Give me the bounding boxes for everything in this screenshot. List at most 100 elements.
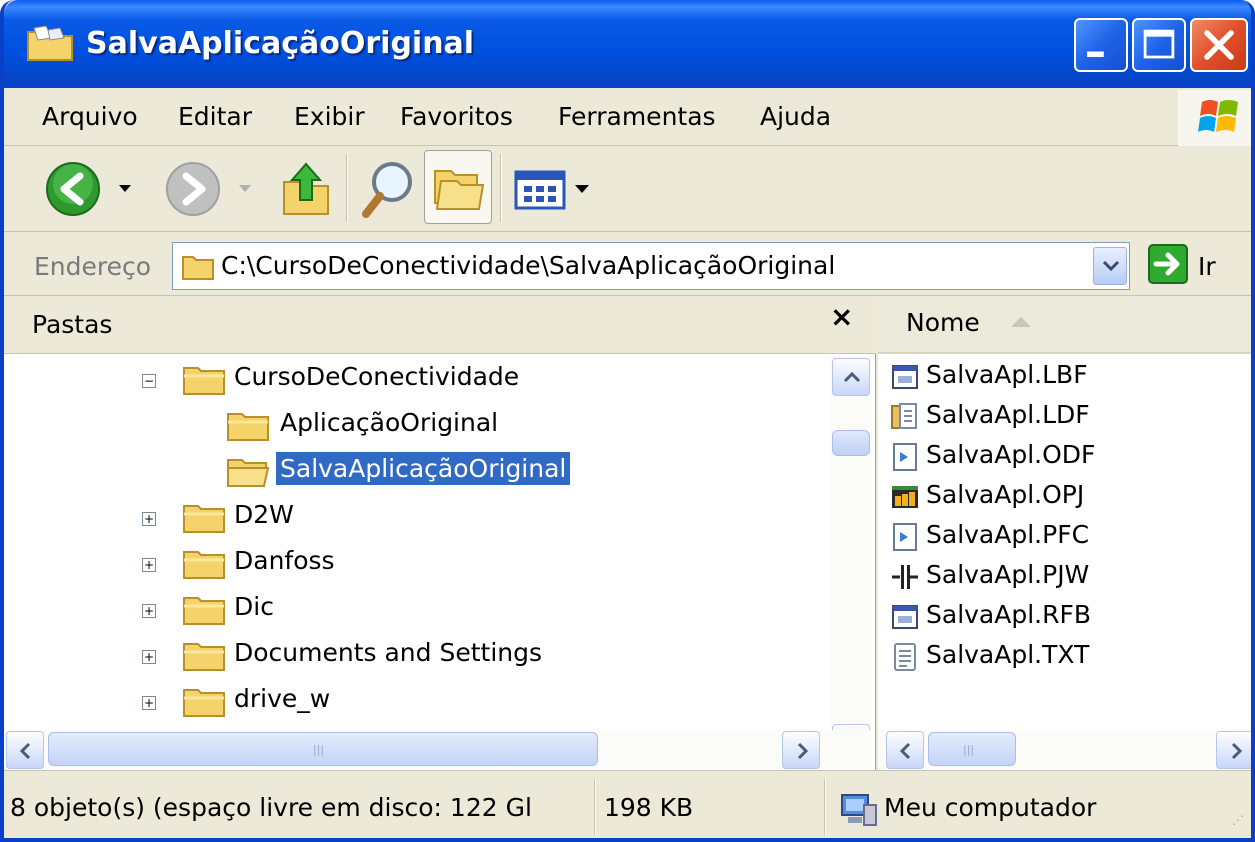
back-dropdown-icon[interactable]: [118, 184, 132, 194]
menu-bar: Arquivo Editar Exibir Favoritos Ferramen…: [4, 88, 1251, 146]
folders-pane-header: Pastas ×: [4, 296, 876, 354]
minimize-button[interactable]: [1074, 18, 1128, 72]
folder-icon: [227, 413, 269, 441]
views-icon[interactable]: [514, 170, 566, 210]
folder-open-icon: [227, 459, 270, 487]
menu-ajuda[interactable]: Ajuda: [760, 102, 831, 131]
go-button-label[interactable]: Ir: [1198, 252, 1216, 281]
opj-file-icon: [892, 486, 918, 508]
maximize-icon: [1143, 29, 1175, 59]
file-name: SalvaApl.PJW: [926, 560, 1090, 589]
scroll-up-button[interactable]: [832, 358, 870, 396]
folders-button[interactable]: [424, 150, 492, 224]
tree-expand-icon[interactable]: +: [142, 512, 156, 526]
tree-collapse-icon[interactable]: −: [142, 374, 156, 388]
tree-expand-icon[interactable]: +: [142, 558, 156, 572]
address-value: C:\CursoDeConectividade\SalvaAplicaçãoOr…: [221, 251, 836, 280]
folder-up-icon[interactable]: [280, 160, 334, 218]
scroll-thumb[interactable]: |||: [48, 732, 598, 766]
my-computer-icon: [841, 794, 877, 826]
pfc-file-icon: [893, 523, 917, 551]
folders-vertical-scrollbar[interactable]: [830, 356, 872, 766]
folders-icon: [434, 170, 485, 210]
grip-icon: |||: [313, 743, 325, 756]
folders-pane-close-button[interactable]: ×: [830, 300, 853, 333]
scroll-thumb[interactable]: [832, 430, 870, 456]
folder-icon: [183, 551, 225, 579]
status-bar: 8 objeto(s) (espaço livre em disco: 122 …: [4, 770, 1251, 838]
scroll-left-button[interactable]: [6, 731, 44, 769]
chevron-up-icon: [843, 371, 861, 383]
status-size: 198 KB: [604, 793, 694, 822]
folder-icon: [183, 643, 225, 671]
toolbar-separator: [346, 154, 348, 222]
scroll-thumb[interactable]: |||: [928, 732, 1016, 766]
tree-item-label: SalvaAplicaçãoOriginal: [276, 452, 571, 485]
tree-item[interactable]: + Dic: [4, 588, 824, 632]
menu-favoritos[interactable]: Favoritos: [400, 102, 513, 131]
folder-icon: [183, 505, 225, 533]
scroll-left-button[interactable]: [886, 731, 924, 769]
title-bar[interactable]: SalvaAplicaçãoOriginal: [4, 0, 1251, 88]
resize-grip-icon[interactable]: ⋰: [1232, 813, 1244, 827]
chevron-left-icon: [19, 742, 31, 760]
back-arrow-icon[interactable]: [44, 160, 102, 218]
menu-editar[interactable]: Editar: [178, 102, 252, 131]
folders-horizontal-scrollbar[interactable]: |||: [4, 730, 872, 770]
tree-item-label: Danfoss: [234, 546, 335, 575]
folder-icon: [183, 367, 225, 395]
tree-item[interactable]: + Documents and Settings: [4, 634, 824, 678]
tree-item-label: Dic: [234, 592, 274, 621]
tree-item-label: drive_w: [234, 684, 331, 713]
tree-expand-icon[interactable]: +: [142, 650, 156, 664]
folders-pane: Pastas × − CursoDeConectividade Aplicaçã…: [4, 296, 876, 770]
address-dropdown-button[interactable]: [1093, 247, 1127, 285]
odf-file-icon: [893, 443, 917, 471]
txt-file-icon: [894, 643, 916, 671]
views-dropdown-icon[interactable]: [574, 184, 590, 194]
status-separator: [594, 779, 596, 835]
tree-expand-icon[interactable]: +: [142, 696, 156, 710]
forward-dropdown-icon: [239, 185, 251, 192]
chevron-left-icon: [899, 742, 911, 760]
maximize-button[interactable]: [1132, 18, 1186, 72]
address-bar: Endereço C:\CursoDeConectividade\SalvaAp…: [4, 232, 1251, 296]
tree-item[interactable]: + drive_w: [4, 680, 824, 724]
column-header-name[interactable]: Nome: [878, 296, 1251, 354]
toolbar-separator: [500, 154, 502, 222]
forward-arrow-icon[interactable]: [164, 160, 222, 218]
file-name: SalvaApl.OPJ: [926, 480, 1085, 509]
tree-item[interactable]: − CursoDeConectividade: [4, 358, 824, 402]
files-horizontal-scrollbar[interactable]: |||: [878, 730, 1251, 770]
toolbar: [4, 146, 1251, 232]
scroll-right-button[interactable]: [782, 731, 820, 769]
address-input[interactable]: C:\CursoDeConectividade\SalvaAplicaçãoOr…: [172, 242, 1130, 290]
file-name: SalvaApl.LBF: [926, 360, 1088, 389]
tree-item[interactable]: + D2W: [4, 496, 824, 540]
menu-exibir[interactable]: Exibir: [294, 102, 365, 131]
pjw-file-icon: [892, 565, 918, 589]
explorer-window: SalvaAplicaçãoOriginal Arquivo Editar Ex…: [0, 0, 1255, 842]
scroll-right-button[interactable]: [1216, 731, 1251, 769]
menu-arquivo[interactable]: Arquivo: [42, 102, 138, 131]
folder-icon: [183, 689, 225, 717]
folder-icon: [183, 597, 225, 625]
tree-item[interactable]: + Danfoss: [4, 542, 824, 586]
menu-ferramentas[interactable]: Ferramentas: [558, 102, 716, 131]
tree-item-label: D2W: [234, 500, 294, 529]
files-pane: Nome SalvaApl.LBF SalvaApl.LDF SalvaApl.…: [878, 296, 1251, 770]
search-icon[interactable]: [360, 158, 416, 220]
window-title: SalvaAplicaçãoOriginal: [86, 26, 475, 61]
tree-expand-icon[interactable]: +: [142, 604, 156, 618]
status-objects: 8 objeto(s) (espaço livre em disco: 122 …: [10, 793, 532, 822]
tree-item[interactable]: SalvaAplicaçãoOriginal: [4, 450, 824, 494]
file-name: SalvaApl.PFC: [926, 520, 1090, 549]
go-arrow-icon[interactable]: [1148, 244, 1188, 284]
tree-item-label: CursoDeConectividade: [234, 362, 520, 391]
tree-item[interactable]: AplicaçãoOriginal: [4, 404, 824, 448]
chevron-down-icon: [1102, 260, 1120, 272]
lbf-file-icon: [892, 365, 918, 389]
file-name: SalvaApl.TXT: [926, 640, 1090, 669]
rfb-file-icon: [892, 605, 918, 629]
close-button[interactable]: [1190, 18, 1248, 72]
